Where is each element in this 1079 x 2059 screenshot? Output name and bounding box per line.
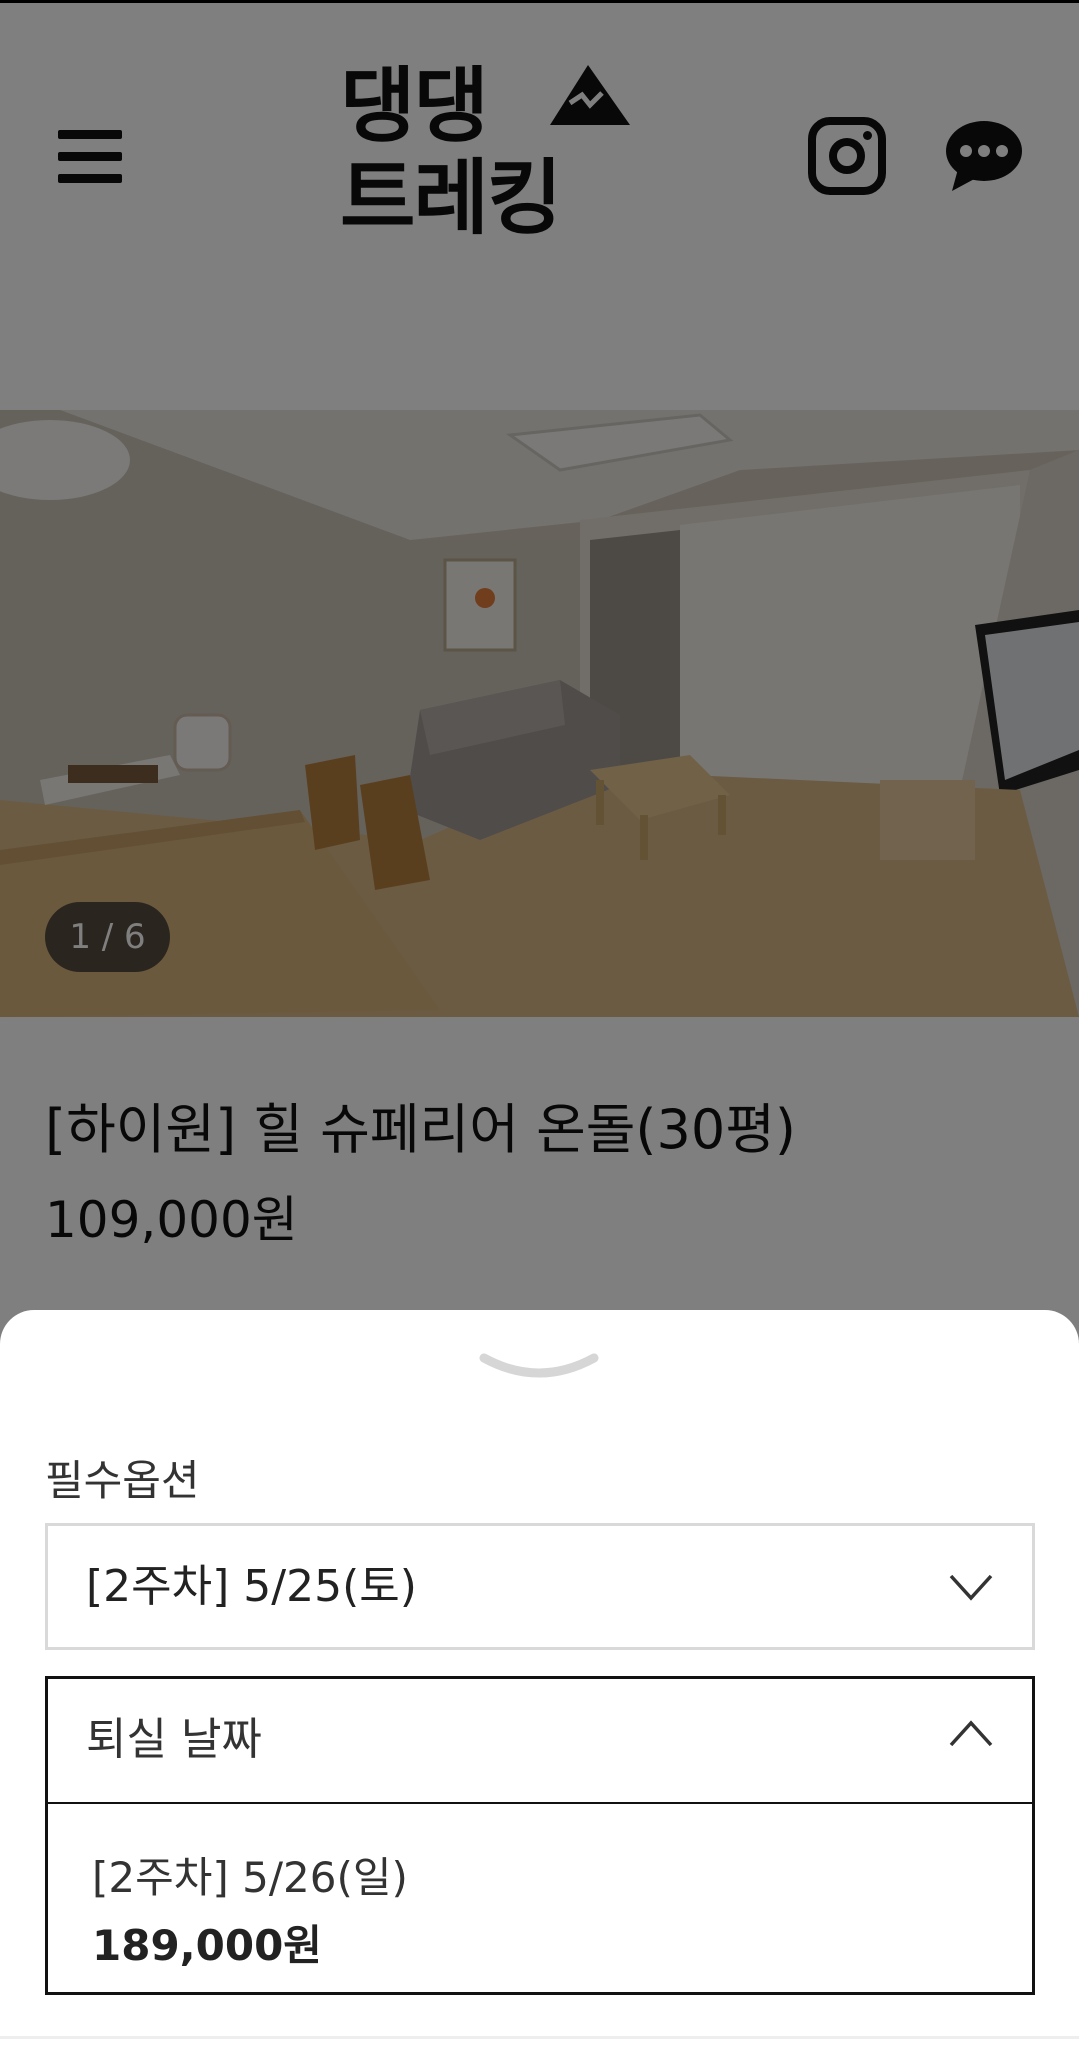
checkout-date-placeholder: 퇴실 날짜 <box>86 1714 262 1765</box>
option-price: 189,000원 <box>92 1921 322 1970</box>
dropdown-option[interactable]: [2주차] 5/26(일) 189,000원 <box>48 1804 1032 1992</box>
checkout-date-select[interactable]: 퇴실 날짜 <box>45 1676 1035 1804</box>
option-label: [2주차] 5/26(일) <box>92 1853 408 1902</box>
required-options-label: 필수옵션 <box>45 1456 200 1505</box>
checkin-date-select[interactable]: [2주차] 5/25(토) <box>45 1523 1035 1650</box>
options-bottom-sheet: 필수옵션 [2주차] 5/25(토) 퇴실 날짜 [2주차] 5/26(일) 1… <box>0 1310 1079 2059</box>
checkin-date-value: [2주차] 5/25(토) <box>86 1561 417 1612</box>
chevron-down-icon <box>949 1574 993 1601</box>
divider <box>0 2036 1079 2039</box>
chevron-up-icon <box>949 1720 993 1747</box>
checkout-dropdown-list: [2주차] 5/26(일) 189,000원 <box>45 1804 1035 1995</box>
collapse-handle-icon[interactable] <box>478 1350 600 1386</box>
